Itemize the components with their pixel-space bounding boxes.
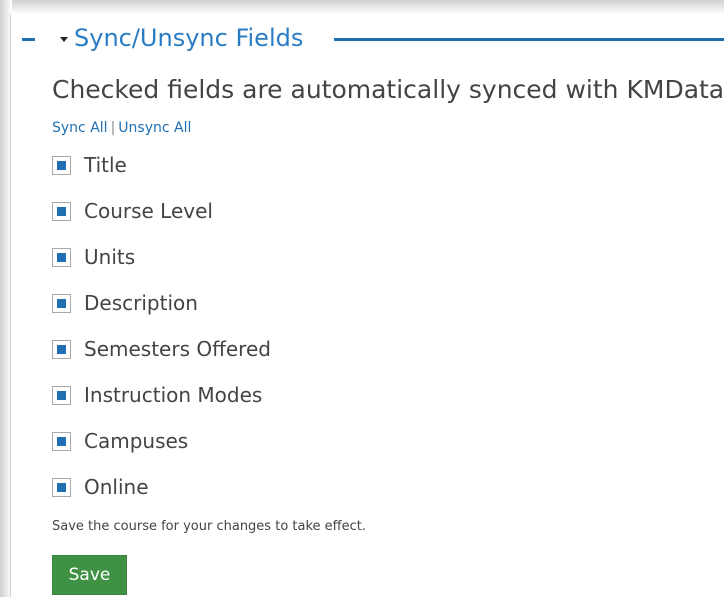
- field-label: Description: [84, 291, 198, 315]
- checkbox-checked-icon: [57, 390, 66, 400]
- section-heading: Checked fields are automatically synced …: [52, 75, 724, 104]
- field-campuses[interactable]: Campuses: [52, 428, 188, 454]
- checkbox-checked-icon: [57, 206, 66, 216]
- checkbox-campuses[interactable]: [52, 431, 71, 451]
- field-label: Instruction Modes: [84, 383, 263, 407]
- checkbox-checked-icon: [57, 482, 66, 492]
- section-toggle[interactable]: Sync/Unsync Fields: [60, 22, 303, 54]
- checkbox-checked-icon: [57, 298, 66, 308]
- field-label: Semesters Offered: [84, 337, 271, 361]
- fieldset-border-right: [334, 38, 724, 41]
- field-semesters-offered[interactable]: Semesters Offered: [52, 336, 271, 362]
- link-separator: |: [110, 120, 116, 136]
- field-description[interactable]: Description: [52, 290, 198, 316]
- checkbox-checked-icon: [57, 160, 66, 170]
- field-title[interactable]: Title: [52, 152, 127, 178]
- checkbox-description[interactable]: [52, 293, 71, 313]
- field-label: Units: [84, 245, 136, 269]
- field-label: Course Level: [84, 199, 213, 223]
- field-instruction-modes[interactable]: Instruction Modes: [52, 382, 262, 408]
- field-label: Title: [84, 153, 127, 177]
- field-online[interactable]: Online: [52, 474, 149, 500]
- unsync-all-link[interactable]: Unsync All: [118, 120, 191, 136]
- checkbox-semesters-offered[interactable]: [52, 339, 71, 359]
- checkbox-instruction-modes[interactable]: [52, 385, 71, 405]
- sync-links: Sync All | Unsync All: [52, 118, 191, 138]
- checkbox-course-level[interactable]: [52, 201, 71, 221]
- checkbox-title[interactable]: [52, 155, 71, 175]
- checkbox-checked-icon: [57, 436, 66, 446]
- save-button[interactable]: Save: [52, 555, 127, 595]
- save-hint: Save the course for your changes to take…: [52, 519, 366, 534]
- field-course-level[interactable]: Course Level: [52, 198, 213, 224]
- section-title: Sync/Unsync Fields: [74, 24, 304, 52]
- checkbox-online[interactable]: [52, 477, 71, 497]
- sync-fields-panel-frame: Sync/Unsync Fields Checked fields are au…: [0, 0, 724, 597]
- checkbox-checked-icon: [57, 344, 66, 354]
- sync-all-link[interactable]: Sync All: [52, 120, 108, 136]
- caret-down-icon: [60, 36, 68, 42]
- field-units[interactable]: Units: [52, 244, 135, 270]
- checkbox-units[interactable]: [52, 247, 71, 267]
- window-shadow-top: [0, 0, 724, 14]
- fieldset-border-left: [22, 38, 35, 41]
- checkbox-checked-icon: [57, 252, 66, 262]
- field-label: Campuses: [84, 429, 189, 453]
- field-label: Online: [84, 475, 149, 499]
